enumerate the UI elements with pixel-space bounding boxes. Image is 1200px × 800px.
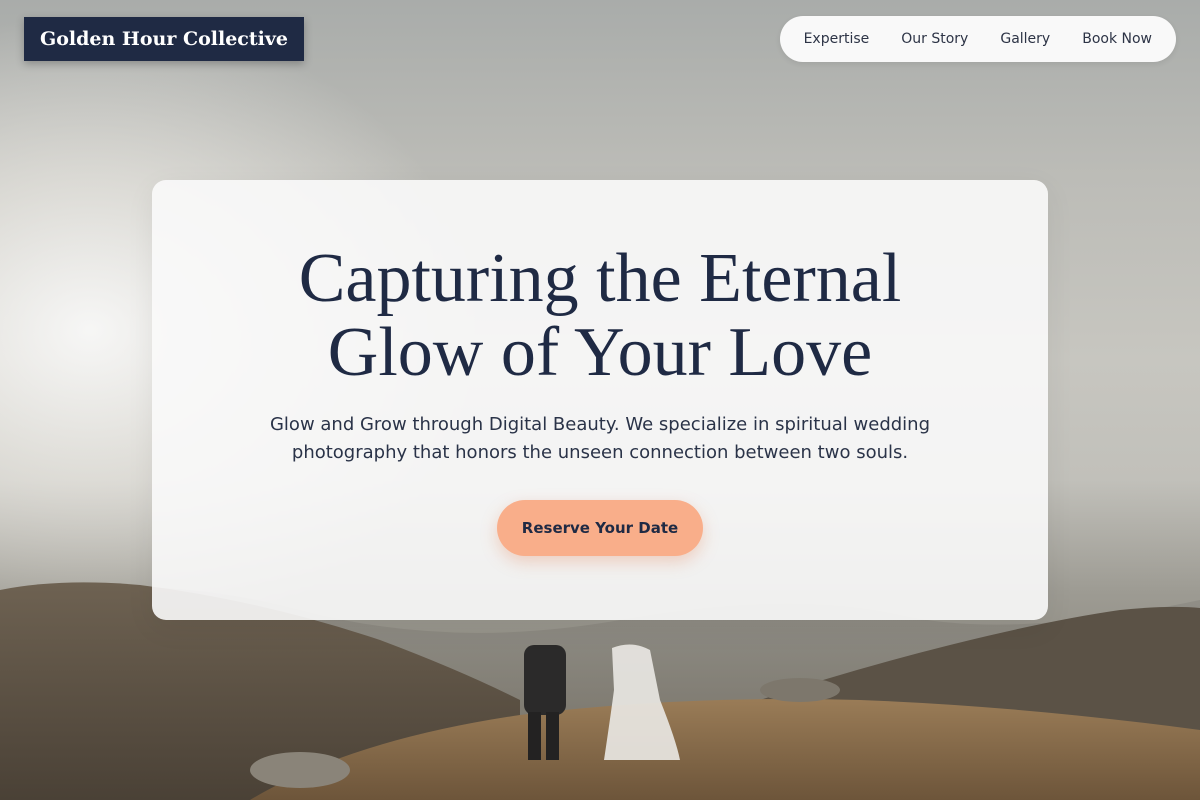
hero-subtitle-line: Glow and Grow through Digital Beauty. We… xyxy=(269,414,931,435)
nav-link-our-story[interactable]: Our Story xyxy=(901,31,968,47)
hero-subtitle: Glow and Grow through Digital Beauty. We… xyxy=(232,411,968,467)
reserve-date-button[interactable]: Reserve Your Date xyxy=(497,500,703,556)
hero-subtitle-line: photography that honors the unseen conne… xyxy=(291,442,909,463)
main-navigation: Expertise Our Story Gallery Book Now xyxy=(779,16,1176,62)
nav-link-book-now[interactable]: Book Now xyxy=(1082,31,1152,47)
hero-card: Capturing the Eternal Glow of Your Love … xyxy=(152,180,1048,620)
nav-link-expertise[interactable]: Expertise xyxy=(804,31,870,47)
hero-title-line: Capturing the Eternal xyxy=(298,240,902,317)
hero-title-line: Glow of Your Love xyxy=(327,314,873,391)
hero-title: Capturing the Eternal Glow of Your Love xyxy=(152,242,1048,390)
rock xyxy=(760,678,840,702)
rock xyxy=(250,752,350,788)
nav-link-gallery[interactable]: Gallery xyxy=(1000,31,1050,47)
brand-logo[interactable]: Golden Hour Collective xyxy=(24,17,304,61)
